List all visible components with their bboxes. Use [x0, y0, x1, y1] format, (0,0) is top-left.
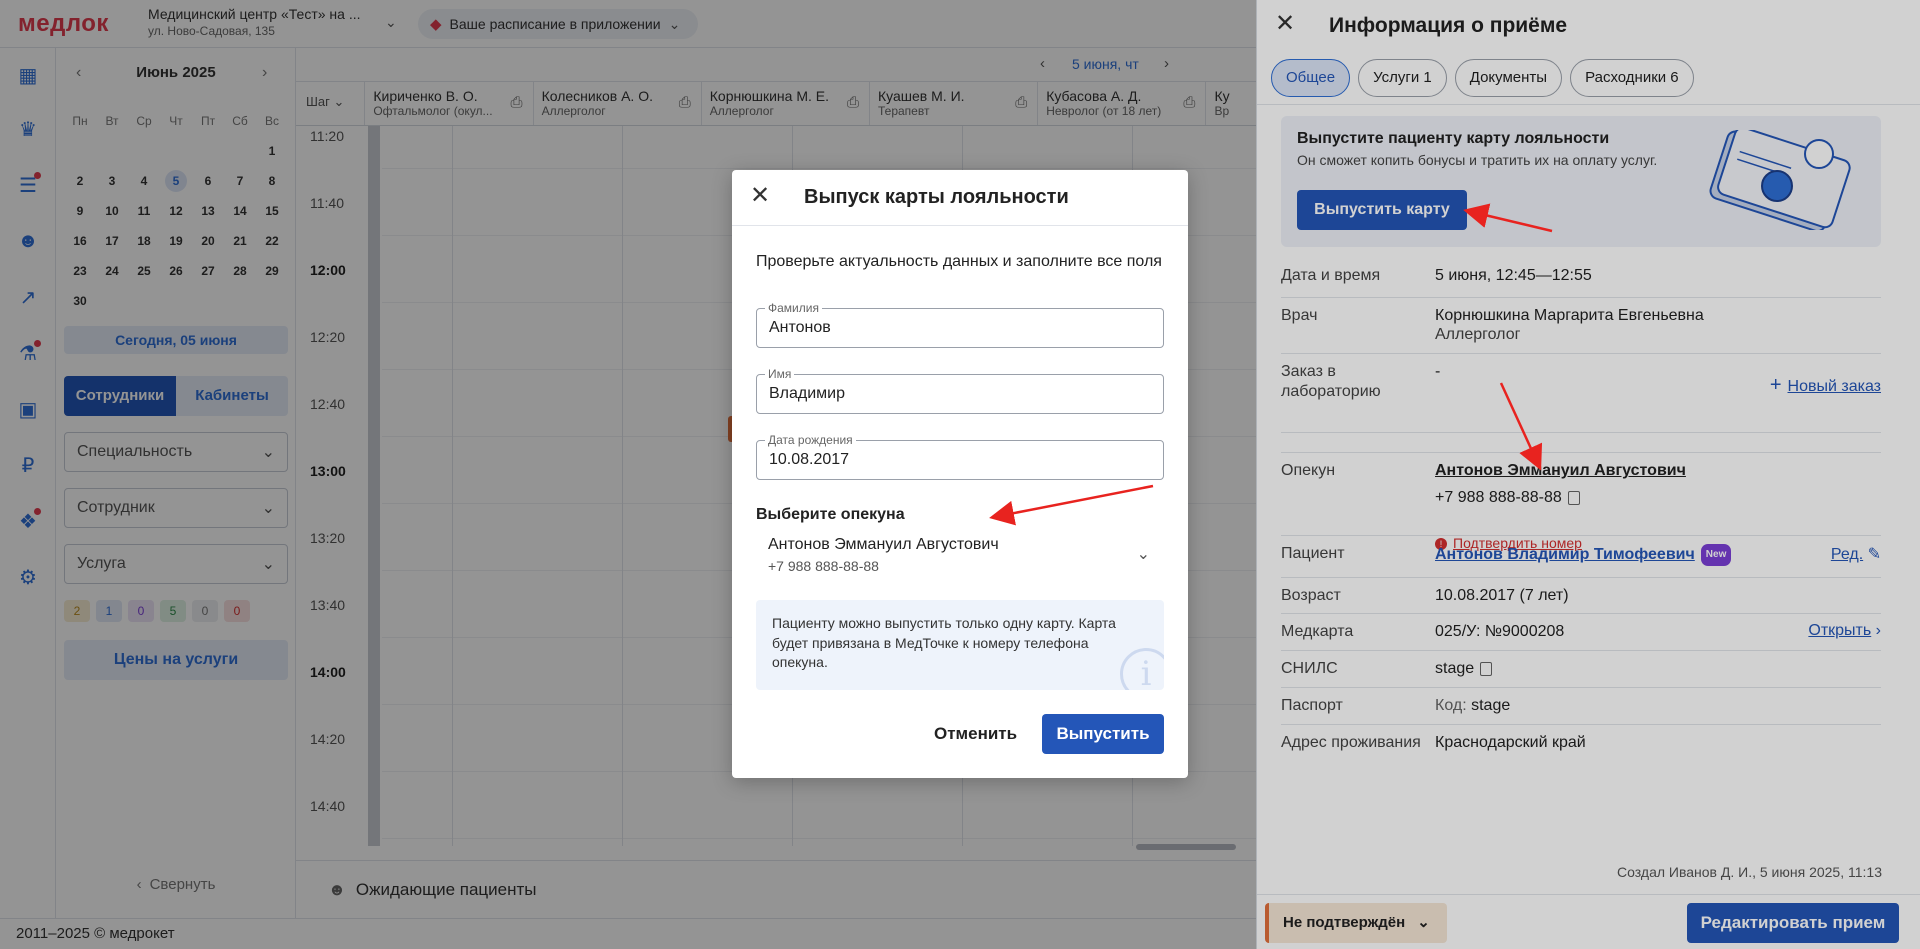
name-field[interactable]: Имя Владимир [756, 367, 1164, 414]
birthdate-label: Дата рождения [765, 433, 856, 447]
chevron-down-icon: ⌄ [1136, 546, 1150, 563]
modal-title: Выпуск карты лояльности [804, 186, 1069, 208]
issue-button[interactable]: Выпустить [1042, 714, 1164, 754]
info-box: Пациенту можно выпустить только одну кар… [756, 600, 1164, 690]
birthdate-value: 10.08.2017 [769, 451, 850, 468]
modal-subtitle: Проверьте актуальность данных и заполнит… [756, 253, 1162, 270]
drawer-dim [1256, 0, 1920, 949]
guardian-phone: +7 988 888-88-88 [768, 558, 879, 574]
name-label: Имя [765, 367, 795, 381]
surname-field[interactable]: Фамилия Антонов [756, 301, 1164, 348]
birthdate-field[interactable]: Дата рождения 10.08.2017 [756, 433, 1164, 480]
surname-value: Антонов [769, 319, 831, 336]
modal-header: ✕ Выпуск карты лояльности [732, 170, 1188, 226]
info-text: Пациенту можно выпустить только одну кар… [772, 615, 1116, 670]
surname-label: Фамилия [765, 301, 822, 315]
info-icon: i [1120, 648, 1164, 690]
name-value: Владимир [769, 385, 846, 402]
guardian-title: Выберите опекуна [756, 506, 905, 523]
loyalty-card-modal: ✕ Выпуск карты лояльности Проверьте акту… [732, 170, 1188, 778]
guardian-select[interactable]: Антонов Эммануил Августович +7 988 888-8… [756, 534, 1164, 578]
close-icon[interactable]: ✕ [750, 184, 770, 208]
cancel-button[interactable]: Отменить [916, 714, 1035, 754]
guardian-name: Антонов Эммануил Августович [768, 536, 999, 553]
